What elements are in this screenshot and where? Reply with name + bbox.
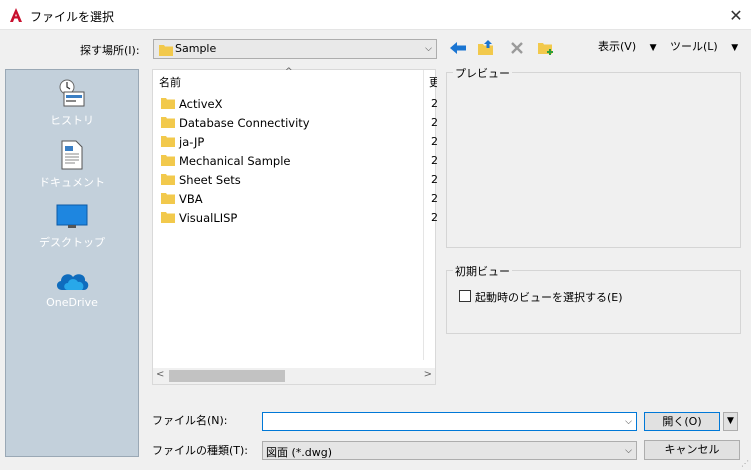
list-item[interactable]: Database Connectivity 2 xyxy=(161,113,438,132)
scrollbar-thumb[interactable] xyxy=(169,370,285,382)
initial-view-group: 初期ビュー 起動時のビューを選択する(E) xyxy=(446,263,741,334)
file-name: VBA xyxy=(179,192,203,206)
up-folder-icon xyxy=(478,40,493,55)
chevron-down-icon: ⌵ xyxy=(425,44,432,54)
file-name: Sheet Sets xyxy=(179,173,241,187)
list-item[interactable]: ActiveX 2 xyxy=(161,94,438,113)
history-icon xyxy=(59,79,85,107)
filetype-label: ファイルの種類(T): xyxy=(152,444,249,457)
filetype-combo[interactable]: 図面 (*.dwg) ⌵ xyxy=(262,441,637,460)
select-initial-view-label[interactable]: 起動時のビューを選択する(E) xyxy=(475,289,623,305)
file-date: 2 xyxy=(431,97,438,110)
folder-icon xyxy=(161,212,175,223)
sidebar-item-documents[interactable]: ドキュメント xyxy=(6,140,138,190)
chevron-down-icon: ⌵ xyxy=(625,445,632,456)
file-date: 2 xyxy=(431,116,438,129)
sidebar-item-desktop[interactable]: デスクトップ xyxy=(6,204,138,250)
open-options-dropdown[interactable]: ▼ xyxy=(723,412,738,431)
new-folder-icon xyxy=(538,43,553,55)
cancel-button[interactable]: キャンセル xyxy=(644,440,740,460)
onedrive-icon xyxy=(56,274,89,290)
delete-button[interactable] xyxy=(507,38,527,58)
sort-ascending-icon: ^ xyxy=(285,67,293,77)
close-button[interactable]: ✕ xyxy=(721,0,751,30)
file-date: 2 xyxy=(431,192,438,205)
list-item[interactable]: VisualLISP 2 xyxy=(161,208,438,227)
dropdown-arrow-icon: ▼ xyxy=(727,416,734,426)
sidebar-item-label: デスクトップ xyxy=(39,236,105,249)
sidebar-item-label: ヒストリ xyxy=(50,114,94,127)
sidebar-item-onedrive[interactable]: OneDrive xyxy=(6,266,138,309)
resize-grip-icon[interactable]: ⋰ xyxy=(741,459,749,468)
lookin-combo[interactable]: Sample ⌵ xyxy=(153,39,437,59)
new-folder-button[interactable] xyxy=(536,38,556,58)
file-date: 2 xyxy=(431,173,438,186)
tools-menu-dropdown-icon: ▼ xyxy=(731,43,739,53)
file-name: VisualLISP xyxy=(179,211,238,225)
file-name: ja-JP xyxy=(179,135,205,149)
folder-icon xyxy=(161,193,175,204)
sidebar-item-history[interactable]: ヒストリ xyxy=(6,78,138,128)
column-header-date[interactable]: 更 xyxy=(429,74,437,90)
chevron-down-icon[interactable]: ⌵ xyxy=(625,417,632,427)
preview-title: プレビュー xyxy=(453,65,512,81)
sidebar-item-label: ドキュメント xyxy=(39,176,105,189)
folder-icon xyxy=(161,155,175,166)
preview-group: プレビュー xyxy=(446,65,741,248)
view-menu-label: 表示(V) xyxy=(598,40,637,53)
folder-icon xyxy=(159,45,173,56)
folder-icon xyxy=(161,136,175,147)
list-item[interactable]: Sheet Sets 2 xyxy=(161,170,438,189)
file-name: ActiveX xyxy=(179,97,223,111)
folder-icon xyxy=(161,98,175,109)
scroll-left-icon[interactable]: < xyxy=(156,369,164,380)
title-bar: ファイルを選択 ✕ xyxy=(0,0,751,30)
open-button[interactable]: 開く(O) xyxy=(644,412,720,431)
places-sidebar: ヒストリ ドキュメント デスクトップ OneDrive xyxy=(5,69,139,457)
file-date: 2 xyxy=(431,154,438,167)
filetype-value: 図面 (*.dwg) xyxy=(266,446,333,459)
tools-menu-label: ツール(L) xyxy=(670,40,718,53)
scroll-right-icon[interactable]: > xyxy=(424,369,432,380)
up-folder-button[interactable] xyxy=(476,38,496,58)
lookin-label: 探す場所(I): xyxy=(80,44,140,57)
file-date: 2 xyxy=(431,211,438,224)
initial-view-title: 初期ビュー xyxy=(453,263,512,279)
view-menu[interactable]: 表示(V) ▼ xyxy=(598,38,657,54)
file-name: Database Connectivity xyxy=(179,116,310,130)
column-header: 名前 ^ 更 xyxy=(153,67,437,90)
lookin-value: Sample xyxy=(175,42,217,55)
tools-menu[interactable]: ツール(L) ▼ xyxy=(670,38,738,54)
folder-icon xyxy=(161,174,175,185)
filename-input[interactable]: ⌵ xyxy=(262,412,637,431)
documents-icon xyxy=(61,140,83,170)
file-date: 2 xyxy=(431,135,438,148)
back-button[interactable] xyxy=(448,38,468,58)
file-name: Mechanical Sample xyxy=(179,154,291,168)
list-item[interactable]: ja-JP 2 xyxy=(161,132,438,151)
back-arrow-icon xyxy=(450,42,466,54)
file-list[interactable]: 名前 ^ 更 ActiveX 2 Database Connectivity 2… xyxy=(152,67,438,385)
delete-icon xyxy=(511,42,523,54)
list-item[interactable]: Mechanical Sample 2 xyxy=(161,151,438,170)
column-header-name[interactable]: 名前 xyxy=(159,74,181,90)
filename-label: ファイル名(N): xyxy=(152,414,228,427)
horizontal-scrollbar[interactable]: < > xyxy=(153,368,435,384)
sidebar-item-label: OneDrive xyxy=(46,296,98,309)
autocad-icon xyxy=(8,7,24,23)
view-menu-dropdown-icon: ▼ xyxy=(649,43,657,53)
list-item[interactable]: VBA 2 xyxy=(161,189,438,208)
desktop-icon xyxy=(56,204,88,228)
window-title: ファイルを選択 xyxy=(30,10,115,24)
select-initial-view-checkbox[interactable] xyxy=(459,290,471,302)
folder-icon xyxy=(161,117,175,128)
